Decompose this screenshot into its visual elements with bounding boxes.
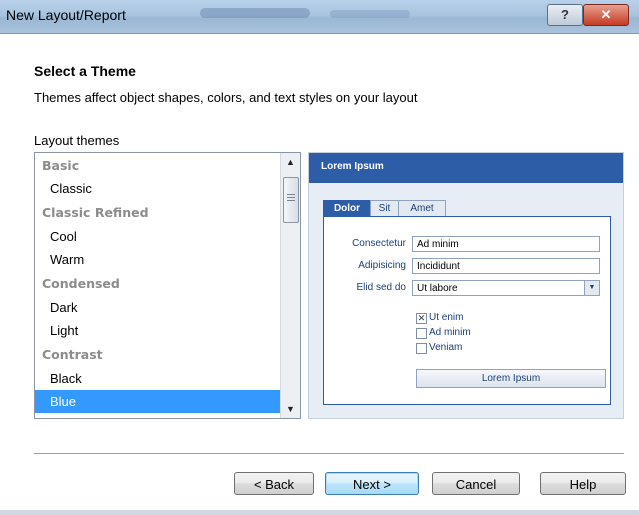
theme-list-label: Layout themes [34, 133, 120, 148]
cancel-button[interactable]: Cancel [432, 472, 520, 495]
checkbox-icon [416, 328, 427, 339]
preview-header: Lorem Ipsum [309, 153, 623, 183]
preview-field-label: Adipisicing [358, 260, 406, 271]
preview-header-title: Lorem Ipsum [321, 161, 384, 172]
title-bar: New Layout/Report ? ✕ [0, 0, 639, 34]
title-bar-blur [330, 10, 410, 18]
theme-group-basic: Basic [42, 158, 80, 173]
checkbox-checked-icon: ✕ [416, 313, 427, 324]
preview-field-value: Ad minim [412, 236, 600, 252]
close-icon: ✕ [600, 7, 612, 22]
theme-list[interactable]: Basic Classic Classic Refined Cool Warm … [34, 152, 301, 419]
theme-list-scrollbar[interactable]: ▲ ▼ [280, 153, 300, 418]
help-title-button[interactable]: ? [547, 4, 583, 26]
preview-dropdown-value: Ut labore [417, 283, 458, 294]
checkbox-icon [416, 343, 427, 354]
chevron-down-icon: ▼ [584, 281, 599, 295]
title-bar-blur [200, 8, 310, 18]
footer-separator [34, 453, 624, 455]
window-title: New Layout/Report [6, 7, 126, 23]
theme-item-warm[interactable]: Warm [35, 248, 293, 271]
next-button[interactable]: Next > [325, 472, 419, 495]
grip-icon [287, 194, 295, 203]
theme-item-black[interactable]: Black [35, 367, 293, 390]
dialog-window: New Layout/Report ? ✕ Select a Theme The… [0, 0, 639, 515]
theme-group-classic-refined: Classic Refined [42, 205, 149, 220]
scroll-up-icon[interactable]: ▲ [281, 153, 300, 171]
preview-field-label: Consectetur [352, 238, 406, 249]
theme-item-light[interactable]: Light [35, 319, 293, 342]
theme-item-classic[interactable]: Classic [35, 177, 293, 200]
back-button[interactable]: < Back [234, 472, 314, 495]
preview-checkbox-label: Ad minim [429, 327, 471, 338]
page-title: Select a Theme [34, 63, 136, 79]
preview-field-value: Incididunt [412, 258, 600, 274]
theme-item-blue[interactable]: Blue [35, 390, 293, 413]
theme-item-cool[interactable]: Cool [35, 225, 293, 248]
window-bottom-edge [0, 510, 639, 515]
close-button[interactable]: ✕ [583, 4, 629, 26]
preview-panel: Consectetur Ad minim Adipisicing Incidid… [323, 216, 611, 405]
page-description: Themes affect object shapes, colors, and… [34, 90, 418, 105]
preview-field-label: Elid sed do [356, 282, 406, 293]
preview-checkbox-label: Veniam [429, 342, 463, 353]
theme-preview: Lorem Ipsum Dolor Sit Amet Consectetur A… [308, 152, 624, 419]
theme-item-dark[interactable]: Dark [35, 296, 293, 319]
theme-group-condensed: Condensed [42, 276, 120, 291]
theme-group-contrast: Contrast [42, 347, 103, 362]
help-button[interactable]: Help [540, 472, 626, 495]
preview-button: Lorem Ipsum [416, 369, 606, 388]
scroll-down-icon[interactable]: ▼ [281, 400, 300, 418]
preview-dropdown: Ut labore ▼ [412, 280, 600, 296]
scroll-thumb[interactable] [283, 177, 299, 223]
preview-checkbox-label: Ut enim [429, 312, 464, 323]
